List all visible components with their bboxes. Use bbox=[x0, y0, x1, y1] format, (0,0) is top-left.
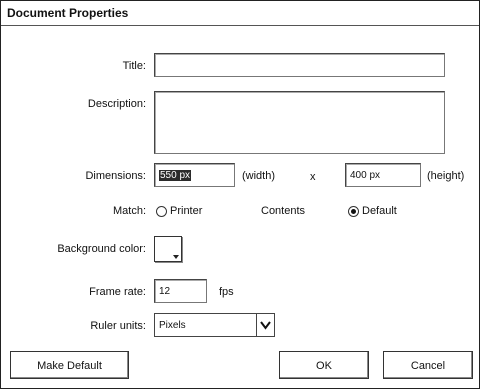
make-default-button-label: Make Default bbox=[37, 360, 102, 372]
description-label: Description: bbox=[87, 98, 146, 110]
description-textarea[interactable] bbox=[154, 91, 445, 154]
dialog-title: Document Properties bbox=[7, 6, 129, 20]
dimensions-label: Dimensions: bbox=[85, 170, 146, 182]
width-value: 550 px bbox=[159, 170, 192, 181]
ok-button-label: OK bbox=[316, 360, 332, 372]
match-default-label[interactable]: Default bbox=[362, 205, 397, 217]
frame-rate-label: Frame rate: bbox=[89, 286, 146, 298]
document-properties-dialog: Document Properties Title: Description: … bbox=[0, 0, 480, 389]
ok-button[interactable]: OK bbox=[279, 351, 369, 379]
cancel-button[interactable]: Cancel bbox=[383, 351, 473, 379]
match-label: Match: bbox=[112, 205, 146, 217]
make-default-button[interactable]: Make Default bbox=[10, 351, 129, 379]
cancel-button-label: Cancel bbox=[410, 360, 446, 372]
chevron-down-icon[interactable] bbox=[256, 314, 274, 336]
height-value: 400 px bbox=[350, 170, 381, 181]
match-printer-label[interactable]: Printer bbox=[170, 205, 202, 217]
title-bar[interactable]: Document Properties bbox=[1, 1, 479, 26]
height-unit-label: (height) bbox=[427, 170, 465, 182]
frame-rate-input[interactable]: 12 bbox=[154, 279, 207, 303]
title-input[interactable] bbox=[154, 53, 445, 77]
frame-rate-unit: fps bbox=[219, 286, 234, 298]
background-color-label: Background color: bbox=[57, 243, 146, 255]
frame-rate-value: 12 bbox=[159, 286, 171, 297]
match-contents-button[interactable]: Contents bbox=[261, 205, 305, 217]
width-unit-label: (width) bbox=[242, 170, 276, 182]
width-input[interactable]: 550 px bbox=[154, 163, 235, 187]
dimension-separator: x bbox=[310, 171, 316, 183]
ruler-units-value: Pixels bbox=[159, 320, 186, 331]
match-default-radio[interactable] bbox=[348, 206, 359, 217]
match-printer-radio[interactable] bbox=[156, 206, 167, 217]
height-input[interactable]: 400 px bbox=[345, 163, 421, 187]
background-color-swatch[interactable] bbox=[154, 236, 182, 262]
title-label: Title: bbox=[122, 60, 146, 72]
ruler-units-select[interactable]: Pixels bbox=[154, 313, 275, 337]
ruler-units-label: Ruler units: bbox=[90, 320, 146, 332]
